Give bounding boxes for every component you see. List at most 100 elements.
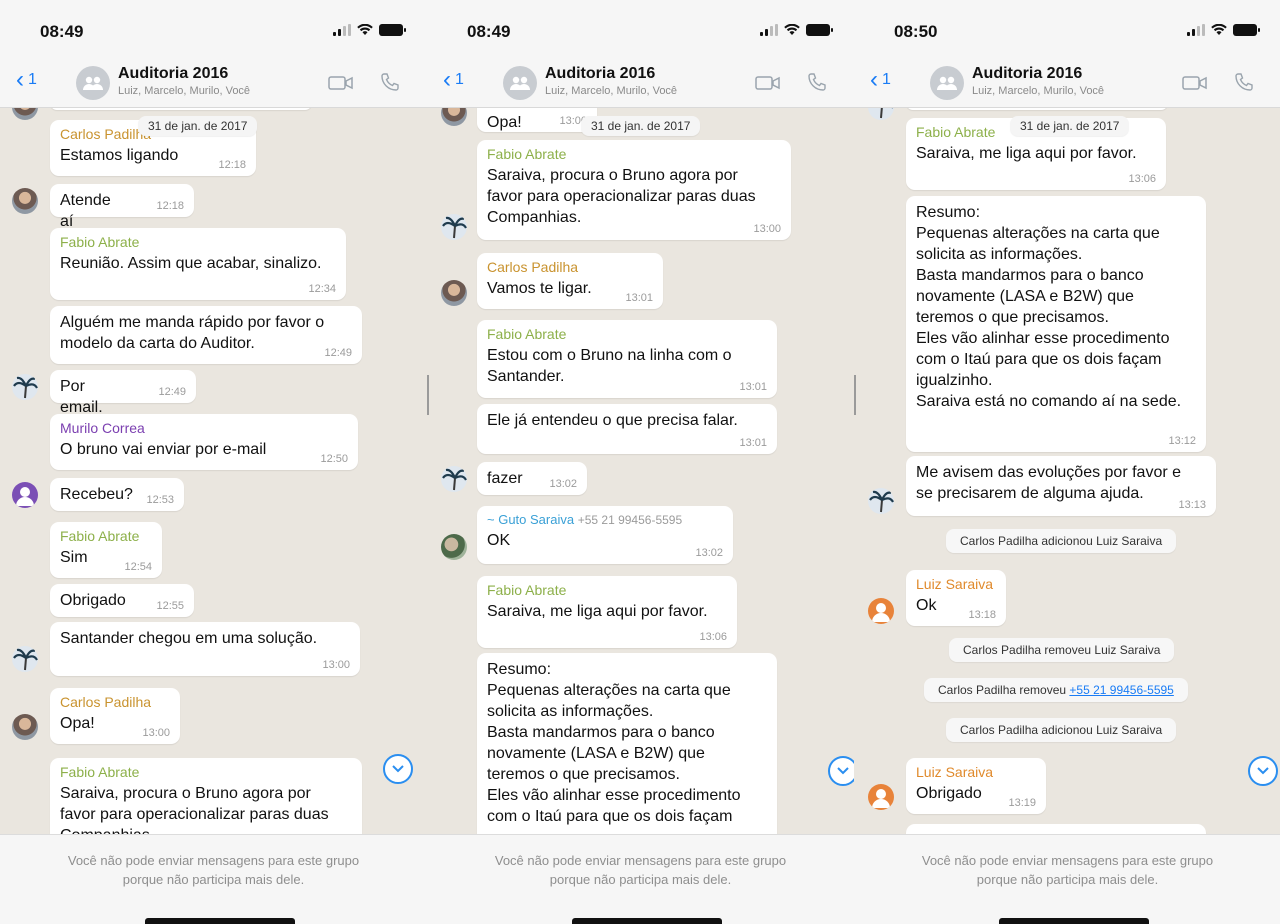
message-time: 12:18 (218, 159, 246, 171)
status-icons (1187, 24, 1260, 36)
chevron-down-icon (1257, 767, 1269, 775)
group-icon (937, 76, 957, 90)
voice-call-icon[interactable] (807, 72, 827, 92)
message-bubble: Santander chegou em uma solução. 13:00 (50, 622, 360, 676)
message-sender: Luiz Saraiva (916, 764, 994, 780)
scroll-to-bottom-button[interactable] (383, 754, 413, 784)
user-avatar-icon[interactable] (868, 784, 894, 810)
group-avatar[interactable] (503, 66, 537, 100)
message-time: 13:01 (739, 381, 767, 393)
system-message: Carlos Padilha adicionou Luiz Saraiva (946, 718, 1177, 742)
avatar[interactable] (441, 108, 467, 126)
palm-avatar-icon[interactable] (12, 374, 38, 400)
message-list[interactable]: Carlos Padilha Estamos ligando 12:18 31 … (0, 108, 427, 834)
message-time: 12:49 (158, 386, 186, 398)
status-bar: 08:49 (0, 0, 427, 58)
avatar[interactable] (441, 280, 467, 306)
footer-notice: Você não pode enviar mensagens para este… (494, 853, 787, 887)
message-time: 13:19 (1008, 797, 1036, 809)
battery-icon (806, 24, 833, 36)
message-bubble: Alguém me manda rápido por favor o model… (50, 306, 362, 364)
message-bubble: Resumo: Pequenas alterações na carta que… (906, 196, 1206, 452)
avatar[interactable] (12, 108, 38, 120)
message-sender: ~ Guto Saraiva +55 21 99456-5595 (487, 512, 723, 527)
message-sender: Luiz Saraiva (916, 576, 994, 592)
message-time: 13:00 (142, 727, 170, 739)
message-text: Saraiva, me liga aqui por favor. (916, 145, 1137, 162)
palm-avatar-icon[interactable] (12, 646, 38, 672)
message-bubble (906, 108, 1168, 110)
scroll-to-bottom-button[interactable] (828, 756, 854, 786)
message-list[interactable]: Fabio Abrate Saraiva, me liga aqui por f… (854, 108, 1280, 834)
message-time: 13:02 (695, 547, 723, 559)
sender-phone: +55 21 99456-5595 (577, 513, 683, 527)
chat-screen-1: 08:49 ‹ 1 Auditoria 2016 Luiz, Marcelo, M… (0, 0, 427, 924)
message-time: 12:18 (156, 200, 184, 212)
message-bubble: Obrigado 12:55 (50, 584, 194, 617)
unread-count: 1 (28, 71, 37, 88)
palm-avatar-icon[interactable] (441, 466, 467, 492)
back-button[interactable]: ‹ 1 (443, 66, 464, 94)
date-separator: 31 de jan. de 2017 (138, 116, 258, 136)
avatar[interactable] (12, 188, 38, 214)
message-text: Resumo: Pequenas alterações na carta que… (487, 661, 741, 825)
status-bar: 08:49 (427, 0, 854, 58)
avatar[interactable] (441, 534, 467, 560)
message-bubble: fazer 13:02 (477, 462, 587, 495)
battery-icon (1233, 24, 1260, 36)
scroll-indicator (427, 375, 429, 415)
group-title[interactable]: Auditoria 2016 (118, 65, 228, 83)
chevron-left-icon: ‹ (870, 66, 878, 93)
voice-call-icon[interactable] (1234, 72, 1254, 92)
palm-avatar-icon[interactable] (868, 108, 894, 120)
video-call-icon[interactable] (755, 75, 781, 91)
back-button[interactable]: ‹ 1 (16, 66, 37, 94)
home-indicator (145, 918, 295, 924)
message-text: Saraiva, procura o Bruno agora por favor… (487, 167, 756, 226)
group-avatar[interactable] (76, 66, 110, 100)
message-time: 13:06 (1128, 173, 1156, 185)
message-bubble: Carlos Padilha Opa! 13:00 (50, 688, 180, 744)
group-icon (510, 76, 530, 90)
message-bubble: Me avisem das evoluções por favor e se p… (906, 456, 1216, 516)
video-call-icon[interactable] (328, 75, 354, 91)
message-sender: Fabio Abrate (487, 326, 567, 342)
message-time: 13:06 (699, 631, 727, 643)
chat-header: ‹ 1 Auditoria 2016 Luiz, Marcelo, Murilo,… (427, 58, 854, 108)
group-title[interactable]: Auditoria 2016 (972, 65, 1082, 83)
phone-link[interactable]: +55 21 99456-5595 (1069, 683, 1173, 697)
palm-avatar-icon[interactable] (868, 488, 894, 514)
group-title[interactable]: Auditoria 2016 (545, 65, 655, 83)
message-time: 12:53 (146, 494, 174, 506)
system-message: Carlos Padilha removeu Luiz Saraiva (949, 638, 1175, 662)
message-list[interactable]: Opa! 13:00 31 de jan. de 2017 Fabio Abra… (427, 108, 854, 834)
home-indicator (999, 918, 1149, 924)
user-avatar-icon[interactable] (868, 598, 894, 624)
system-message: Carlos Padilha adicionou Luiz Saraiva (946, 529, 1177, 553)
voice-call-icon[interactable] (380, 72, 400, 92)
avatar[interactable] (12, 714, 38, 740)
group-members: Luiz, Marcelo, Murilo, Você (972, 85, 1105, 97)
message-bubble: Recebeu? 12:53 (50, 478, 184, 511)
message-bubble: Carlos Padilha Vamos te ligar. 13:01 (477, 253, 663, 309)
user-avatar-icon[interactable] (12, 482, 38, 508)
scroll-to-bottom-button[interactable] (1248, 756, 1278, 786)
message-sender: Fabio Abrate (60, 234, 140, 250)
message-bubble: Fabio Abrate Saraiva, me liga aqui por f… (477, 576, 737, 648)
message-time: 13:13 (1178, 499, 1206, 511)
back-button[interactable]: ‹ 1 (870, 66, 891, 94)
chat-header: ‹ 1 Auditoria 2016 Luiz, Marcelo, Murilo,… (854, 58, 1280, 108)
message-bubble: Ele já entendeu o que precisa falar. 13:… (477, 404, 777, 454)
group-avatar[interactable] (930, 66, 964, 100)
palm-avatar-icon[interactable] (441, 214, 467, 240)
chevron-down-icon (837, 767, 849, 775)
chat-screen-3: 08:50 ‹ 1 Auditoria 2016 Luiz, Marcelo, M… (854, 0, 1280, 924)
status-icons (333, 24, 406, 36)
video-call-icon[interactable] (1182, 75, 1208, 91)
status-icons (760, 24, 833, 36)
message-time: 13:01 (625, 292, 653, 304)
message-bubble: Por email. 12:49 (50, 370, 196, 416)
message-text: Alguém me manda rápido por favor o model… (60, 314, 325, 352)
chevron-left-icon: ‹ (16, 66, 24, 93)
message-sender: Fabio Abrate (487, 146, 567, 162)
